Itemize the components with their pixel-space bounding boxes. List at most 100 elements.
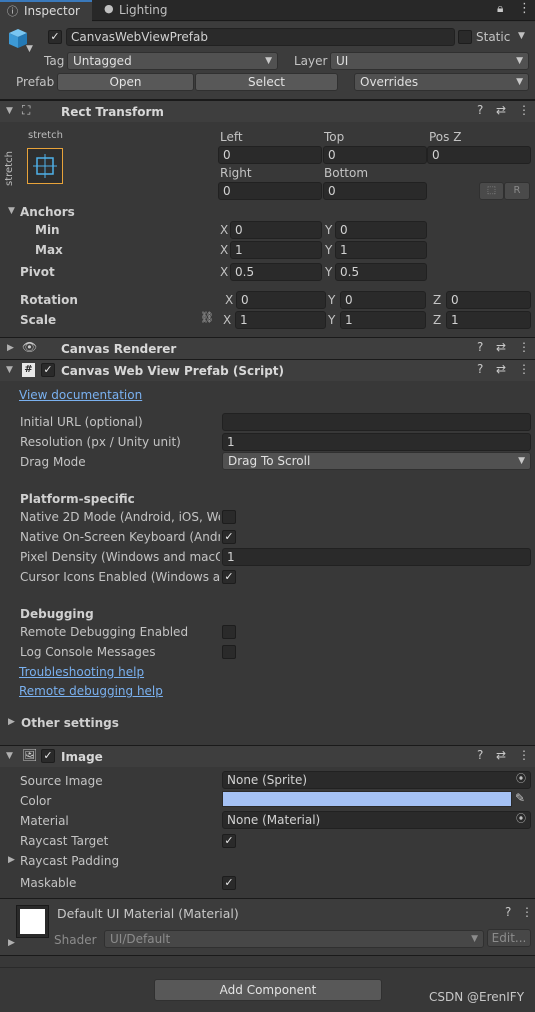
anchor-min-x-field[interactable]: 0 <box>230 221 322 239</box>
raw-edit-button[interactable]: R <box>504 182 530 200</box>
raycast-padding-label[interactable]: Raycast Padding <box>20 852 119 870</box>
pivot-x-field[interactable]: 0.5 <box>230 263 322 281</box>
eyedropper-icon[interactable]: ✎ <box>515 791 525 805</box>
drag-mode-dropdown[interactable]: Drag To Scroll ▼ <box>222 452 531 470</box>
help-icon[interactable]: ? <box>477 340 483 354</box>
shader-dropdown[interactable]: UI/Default ▼ <box>104 930 484 948</box>
material-field[interactable]: None (Material) ⦿ <box>222 811 531 829</box>
script-header[interactable]: ▼ # ✓ Canvas Web View Prefab (Script) ? … <box>0 359 535 381</box>
component-menu-icon[interactable]: ⋮ <box>518 103 530 117</box>
static-checkbox[interactable] <box>458 30 472 44</box>
anchor-min-label: Min <box>35 223 60 237</box>
anchor-min-y-field[interactable]: 0 <box>335 221 427 239</box>
component-menu-icon[interactable]: ⋮ <box>518 748 530 762</box>
add-component-button[interactable]: Add Component <box>154 979 382 1001</box>
watermark: CSDN @ErenIFY <box>429 990 525 1004</box>
help-icon[interactable]: ? <box>505 905 511 919</box>
chevron-down-icon: ▼ <box>471 934 478 944</box>
constrain-proportions-icon[interactable]: ⛓ <box>200 311 214 324</box>
view-documentation-link[interactable]: View documentation <box>19 386 142 404</box>
component-menu-icon[interactable]: ⋮ <box>521 905 533 919</box>
static-dropdown-arrow[interactable]: ▼ <box>518 31 525 41</box>
shader-edit-button[interactable]: Edit... <box>487 929 531 947</box>
material-foldout-icon[interactable]: ▶ <box>8 938 15 948</box>
rotation-z-field[interactable]: 0 <box>446 291 531 309</box>
presets-icon[interactable]: ⇄ <box>496 103 506 117</box>
tab-lighting[interactable]: ● Lighting <box>100 1 190 21</box>
lock-icon[interactable]: 🔒︎ <box>497 1 503 16</box>
right-field[interactable]: 0 <box>218 182 322 200</box>
maskable-checkbox[interactable]: ✓ <box>222 876 236 890</box>
native-2d-mode-checkbox[interactable] <box>222 510 236 524</box>
anchor-preset-button[interactable] <box>27 148 63 184</box>
object-picker-icon[interactable]: ⦿ <box>516 812 526 828</box>
icon-dropdown-arrow[interactable]: ▼ <box>26 44 33 54</box>
log-console-checkbox[interactable] <box>222 645 236 659</box>
help-icon[interactable]: ? <box>477 103 483 117</box>
help-icon[interactable]: ? <box>477 748 483 762</box>
log-console-label: Log Console Messages <box>20 645 156 659</box>
script-title: Canvas Web View Prefab (Script) <box>61 364 285 378</box>
left-field[interactable]: 0 <box>218 146 322 164</box>
presets-icon[interactable]: ⇄ <box>496 340 506 354</box>
component-menu-icon[interactable]: ⋮ <box>518 340 530 354</box>
presets-icon[interactable]: ⇄ <box>496 362 506 376</box>
overrides-label: Overrides <box>360 75 419 89</box>
top-field[interactable]: 0 <box>323 146 427 164</box>
other-settings-label[interactable]: Other settings <box>21 714 119 732</box>
help-icon[interactable]: ? <box>477 362 483 376</box>
posz-field[interactable]: 0 <box>427 146 531 164</box>
tag-label: Tag <box>44 54 65 68</box>
scale-z-field[interactable]: 1 <box>446 311 531 329</box>
scale-y-field[interactable]: 1 <box>340 311 426 329</box>
resolution-field[interactable]: 1 <box>222 433 531 451</box>
script-enabled-checkbox[interactable]: ✓ <box>41 363 55 377</box>
initial-url-field[interactable] <box>222 413 531 431</box>
layer-dropdown[interactable]: UI ▼ <box>330 52 529 70</box>
remote-debugging-help-link[interactable]: Remote debugging help <box>19 682 163 700</box>
prefab-open-button[interactable]: Open <box>57 73 194 91</box>
raycast-padding-foldout-icon[interactable]: ▶ <box>8 855 15 865</box>
image-header[interactable]: ▼ 🖼︎ ✓ Image ? ⇄ ⋮ <box>0 745 535 767</box>
bottom-field[interactable]: 0 <box>323 182 427 200</box>
anchors-label: Anchors <box>20 205 75 219</box>
scale-x-field[interactable]: 1 <box>235 311 326 329</box>
anchor-max-y-field[interactable]: 1 <box>335 241 427 259</box>
rotation-y-field[interactable]: 0 <box>340 291 426 309</box>
object-picker-icon[interactable]: ⦿ <box>516 772 526 788</box>
prefab-overrides-dropdown[interactable]: Overrides ▼ <box>354 73 529 91</box>
anchor-max-x-field[interactable]: 1 <box>230 241 322 259</box>
debugging-heading: Debugging <box>20 607 94 621</box>
layer-value: UI <box>336 54 349 68</box>
tag-dropdown[interactable]: Untagged ▼ <box>67 52 278 70</box>
prefab-select-button[interactable]: Select <box>195 73 338 91</box>
component-menu-icon[interactable]: ⋮ <box>518 362 530 376</box>
native-keyboard-checkbox[interactable]: ✓ <box>222 530 236 544</box>
gameobject-name-field[interactable]: CanvasWebViewPrefab <box>66 28 455 46</box>
anchor-preset-top-label: stretch <box>28 130 63 141</box>
canvas-renderer-header[interactable]: ▶ 👁︎ Canvas Renderer ? ⇄ ⋮ <box>0 337 535 359</box>
scale-label: Scale <box>20 313 57 327</box>
troubleshooting-help-link[interactable]: Troubleshooting help <box>19 663 144 681</box>
pixel-density-field[interactable]: 1 <box>222 548 531 566</box>
remote-debugging-checkbox[interactable] <box>222 625 236 639</box>
color-swatch[interactable] <box>222 791 512 807</box>
rect-transform-header[interactable]: ▼ ⛶ Rect Transform ? ⇄ ⋮ <box>0 100 535 122</box>
cursor-icons-checkbox[interactable]: ✓ <box>222 570 236 584</box>
inspector-icon: ⓘ <box>7 5 18 18</box>
raycast-target-checkbox[interactable]: ✓ <box>222 834 236 848</box>
other-settings-foldout-icon[interactable]: ▶ <box>8 717 15 727</box>
rotation-x-field[interactable]: 0 <box>236 291 326 309</box>
anchor-min-y-label: Y <box>325 223 333 237</box>
pivot-y-field[interactable]: 0.5 <box>335 263 427 281</box>
source-image-field[interactable]: None (Sprite) ⦿ <box>222 771 531 789</box>
presets-icon[interactable]: ⇄ <box>496 748 506 762</box>
image-enabled-checkbox[interactable]: ✓ <box>41 749 55 763</box>
active-checkbox[interactable]: ✓ <box>48 30 62 44</box>
anchor-stretch-icon <box>33 154 57 178</box>
anchors-foldout-icon[interactable]: ▼ <box>8 206 15 216</box>
tab-inspector[interactable]: ⓘ Inspector <box>0 0 92 22</box>
blueprint-mode-button[interactable]: ⬚ <box>479 182 504 200</box>
anchor-max-label: Max <box>35 243 63 257</box>
more-icon[interactable]: ⋮ <box>518 1 531 16</box>
